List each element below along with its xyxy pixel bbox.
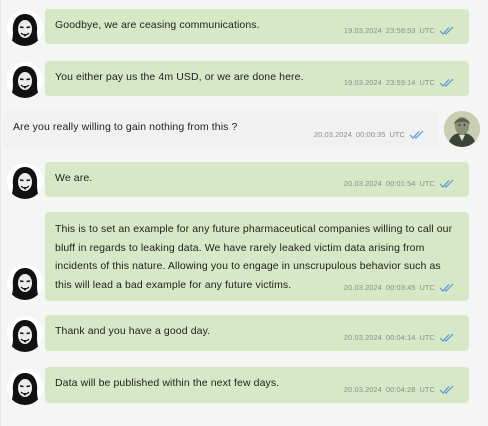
attacker-avatar-icon [7,316,43,352]
double-check-icon [439,26,455,35]
chat-log: Goodbye, we are ceasing communications. … [0,0,488,426]
attacker-avatar-icon [7,163,43,199]
attacker-avatar-icon [7,369,43,405]
message-bubble-incoming[interactable]: We are. 20.03.2024 00:01:54 UTC [45,162,469,197]
message-meta: 20.03.2024 00:04:28 UTC [344,381,455,398]
victim-avatar-icon [444,111,480,147]
double-check-icon [439,385,455,394]
attacker-avatar-icon [7,264,43,300]
message-timezone: UTC [419,385,435,394]
attacker-avatar-icon [7,10,43,46]
message-date: 20.03.2024 [343,179,382,188]
message-meta: 20.03.2024 00:01:54 UTC [344,175,455,192]
message-meta: 20.03.2024 00:00:35 UTC [314,126,425,143]
double-check-icon [439,283,455,292]
message-bubble-incoming[interactable]: Thank and you have a good day. 20.03.202… [45,315,469,351]
message-bubble-outgoing[interactable]: Are you really willing to gain nothing f… [3,111,439,148]
message-timezone: UTC [419,179,435,188]
message-timezone: UTC [419,333,435,342]
message-meta: 19.03.2024 23:59:14 UTC [344,74,455,91]
message-time: 00:00:35 [355,130,386,139]
double-check-icon [409,130,425,139]
message-date: 20.03.2024 [343,283,382,292]
message-date: 20.03.2024 [343,385,382,394]
message-meta: 19.03.2024 23:58:53 UTC [344,22,455,39]
message-time: 23:58:53 [385,26,416,35]
double-check-icon [439,333,455,342]
message-timezone: UTC [389,130,405,139]
message-time: 23:59:14 [385,78,416,87]
double-check-icon [439,179,455,188]
message-bubble-incoming[interactable]: You either pay us the 4m USD, or we are … [45,61,469,96]
message-meta: 20.03.2024 00:03:45 UTC [344,279,455,296]
message-bubble-incoming[interactable]: This is to set an example for any future… [45,212,469,301]
message-time: 00:03:45 [385,283,416,292]
message-bubble-incoming[interactable]: Goodbye, we are ceasing communications. … [45,9,469,44]
message-date: 19.03.2024 [343,78,382,87]
message-time: 00:04:28 [385,385,416,394]
message-date: 20.03.2024 [343,333,382,342]
message-date: 20.03.2024 [313,130,352,139]
message-bubble-incoming[interactable]: Data will be published within the next f… [45,367,469,403]
message-timezone: UTC [419,26,435,35]
attacker-avatar-icon [7,62,43,98]
message-date: 19.03.2024 [343,26,382,35]
message-timezone: UTC [419,78,435,87]
message-time: 00:01:54 [385,179,416,188]
message-timezone: UTC [419,283,435,292]
message-time: 00:04:14 [385,333,416,342]
double-check-icon [439,78,455,87]
message-meta: 20.03.2024 00:04:14 UTC [344,329,455,346]
